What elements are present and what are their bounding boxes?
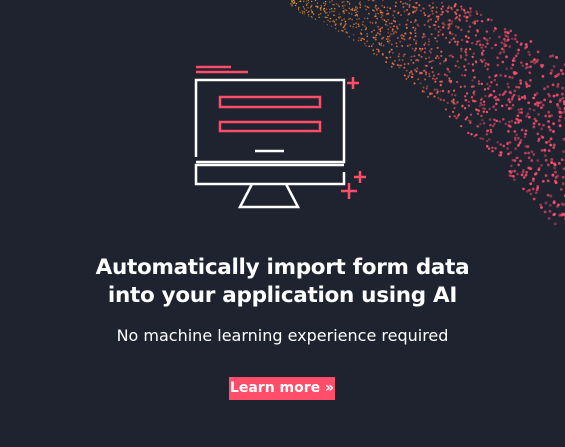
subtitle: No machine learning experience required [116, 326, 449, 345]
learn-more-button[interactable]: Learn more » [229, 377, 335, 400]
headline-line-1: Automatically import form data [95, 255, 470, 280]
headline-line-2: into your application using AI [107, 283, 458, 308]
